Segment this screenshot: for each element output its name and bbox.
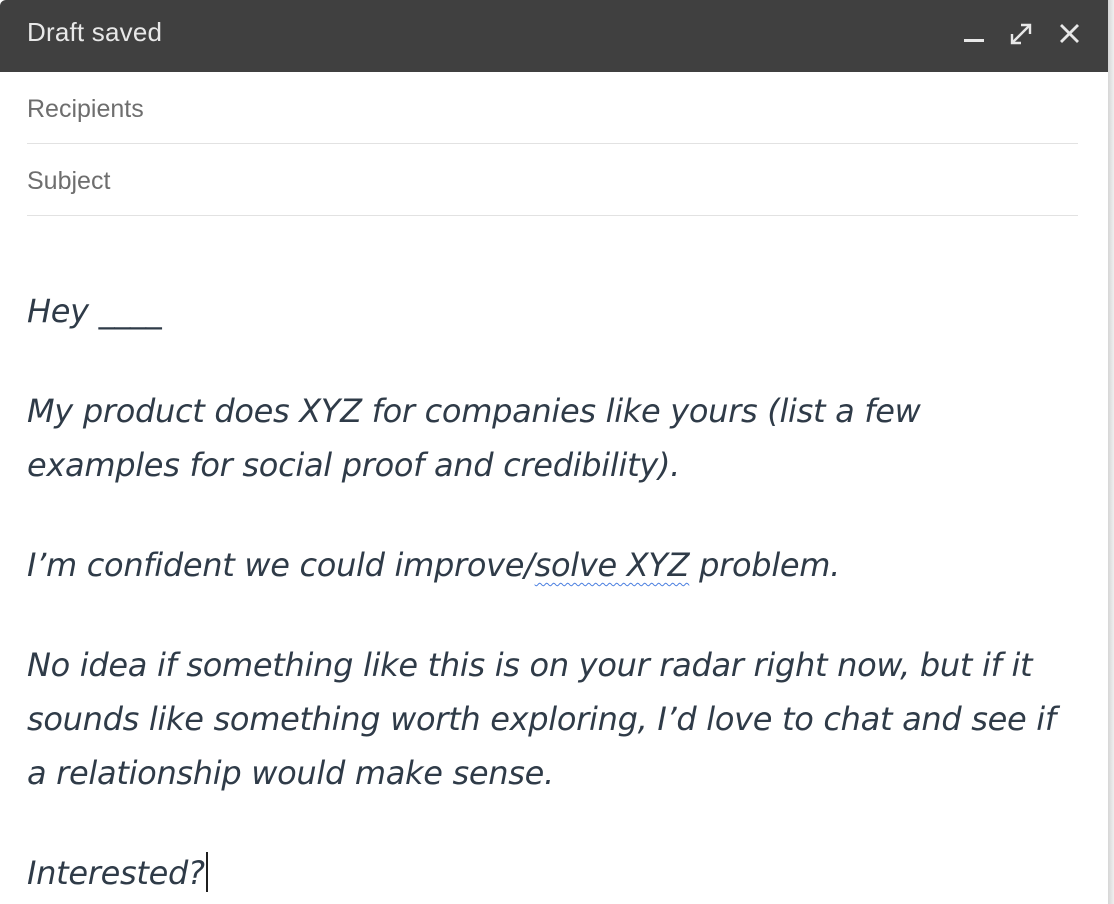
spellcheck-flagged-text[interactable]: solve XYZ bbox=[535, 546, 690, 584]
closing-line: Interested? bbox=[27, 846, 1087, 900]
body-paragraph-1: My product does XYZ for companies like y… bbox=[27, 392, 921, 484]
minimize-icon bbox=[964, 39, 984, 42]
recipients-field[interactable]: Recipients bbox=[27, 73, 1078, 144]
paragraph-2-end: problem. bbox=[689, 546, 841, 584]
body-paragraph-3: No idea if something like this is on you… bbox=[27, 646, 1056, 792]
subject-placeholder: Subject bbox=[27, 167, 111, 195]
close-icon bbox=[1060, 24, 1079, 43]
compose-titlebar[interactable]: Draft saved bbox=[0, 0, 1108, 72]
expand-button[interactable] bbox=[1005, 18, 1037, 50]
window-title: Draft saved bbox=[27, 17, 163, 47]
expand-icon bbox=[1010, 23, 1032, 45]
paragraph-2-start: I’m confident we could improve/ bbox=[27, 546, 535, 584]
subject-field[interactable]: Subject bbox=[27, 145, 1078, 216]
closing-text: Interested? bbox=[27, 854, 205, 892]
body-paragraph-2: I’m confident we could improve/solve XYZ… bbox=[27, 538, 1087, 592]
window-edge-shadow bbox=[1108, 0, 1114, 904]
recipients-placeholder: Recipients bbox=[27, 95, 144, 123]
text-cursor bbox=[205, 852, 208, 892]
message-body[interactable]: Hey ____ My product does XYZ for compani… bbox=[27, 284, 1087, 904]
greeting-line: Hey ____ bbox=[27, 292, 162, 330]
minimize-button[interactable] bbox=[957, 18, 989, 50]
compose-window: Draft saved Recipients Subject Hey ____ … bbox=[0, 0, 1108, 904]
close-button[interactable] bbox=[1053, 18, 1085, 50]
